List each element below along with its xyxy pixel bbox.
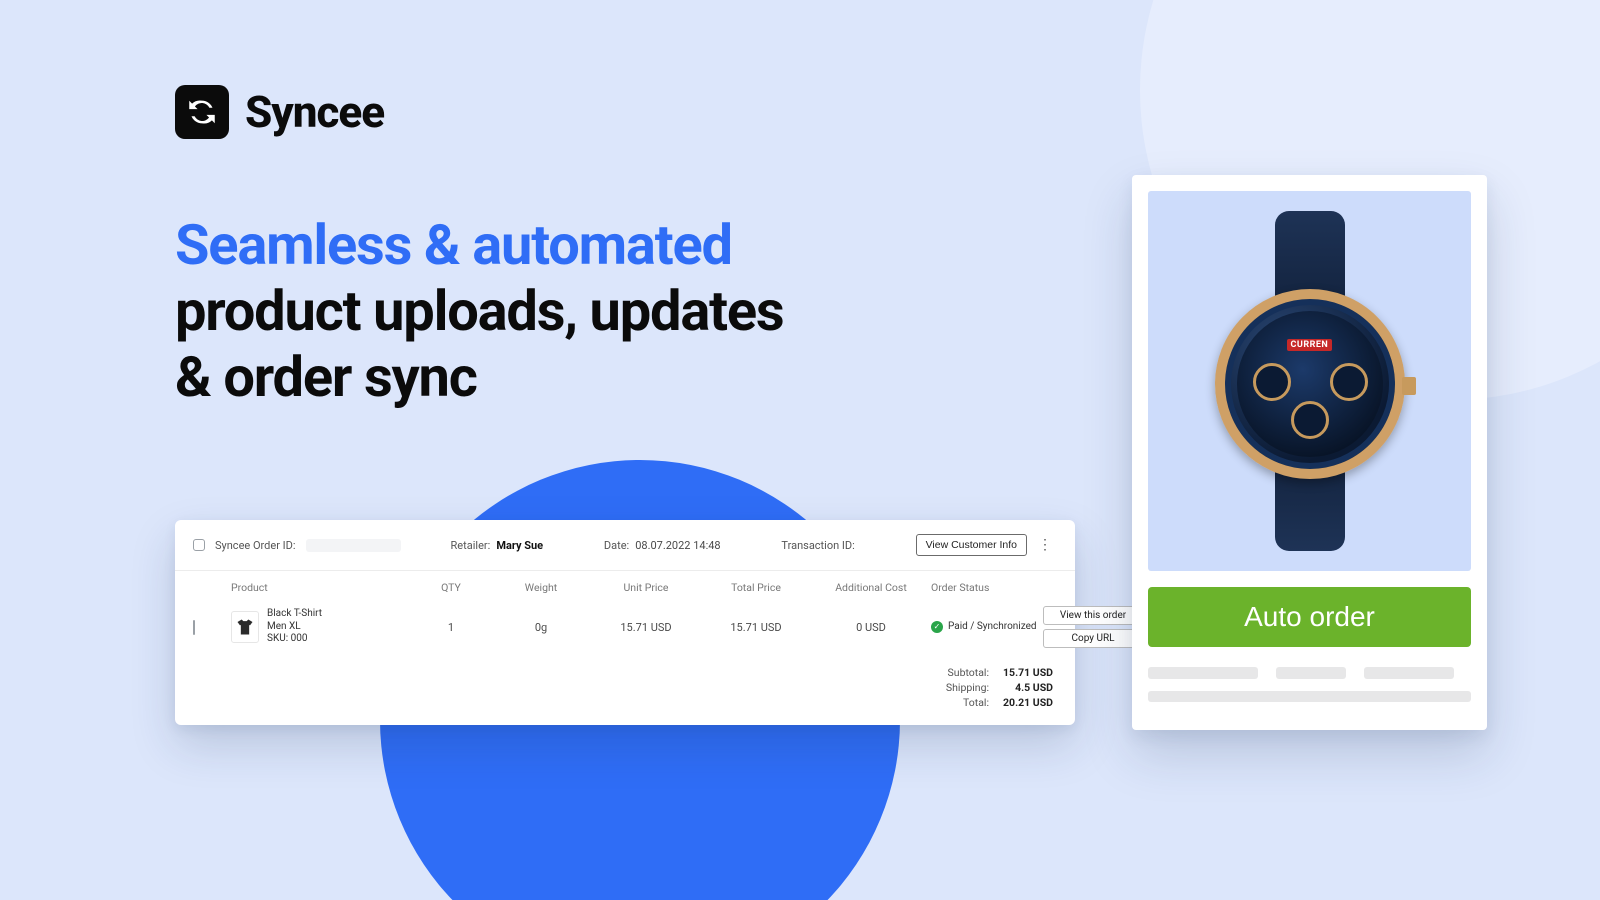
col-weight: Weight xyxy=(491,581,591,594)
order-id-label: Syncee Order ID: xyxy=(215,539,296,552)
product-image: CURREN xyxy=(1148,191,1471,571)
row-qty: 1 xyxy=(411,621,491,634)
order-totals: Subtotal: 15.71 USD Shipping: 4.5 USD To… xyxy=(175,660,1075,725)
headline: Seamless & automated product uploads, up… xyxy=(175,212,783,410)
shipping-label: Shipping: xyxy=(946,681,989,694)
row-weight: 0g xyxy=(491,621,591,634)
placeholder-line xyxy=(1276,667,1346,679)
product-sku: SKU: 000 xyxy=(267,633,322,646)
watch-brand-label: CURREN xyxy=(1287,339,1333,351)
placeholder-line xyxy=(1148,667,1258,679)
col-unit-price: Unit Price xyxy=(591,581,701,594)
brand-name: Syncee xyxy=(245,86,384,138)
tshirt-icon xyxy=(235,616,255,638)
subtotal-value: 15.71 USD xyxy=(1003,666,1053,679)
placeholder-row xyxy=(1148,667,1471,679)
view-order-button[interactable]: View this order xyxy=(1043,606,1143,625)
retailer-value: Mary Sue xyxy=(496,539,543,552)
transaction-id-label: Transaction ID: xyxy=(781,539,854,552)
shipping-value: 4.5 USD xyxy=(1003,681,1053,694)
row-unit-price: 15.71 USD xyxy=(591,621,701,634)
order-row: Black T-Shirt Men XL SKU: 000 1 0g 15.71… xyxy=(175,600,1075,660)
headline-line1: Seamless & automated xyxy=(175,212,732,278)
watch-illustration: CURREN xyxy=(1195,211,1425,551)
order-header: Syncee Order ID: Retailer: Mary Sue Date… xyxy=(175,520,1075,571)
total-label: Total: xyxy=(946,696,989,709)
copy-url-button[interactable]: Copy URL xyxy=(1043,629,1143,648)
row-total-price: 15.71 USD xyxy=(701,621,811,634)
row-status: Paid / Synchronized xyxy=(931,621,1043,633)
product-thumb xyxy=(231,611,259,643)
headline-line3: & order sync xyxy=(175,344,783,410)
col-qty: QTY xyxy=(411,581,491,594)
col-product: Product xyxy=(231,581,411,594)
headline-line2: product uploads, updates xyxy=(175,278,783,344)
brand-logo: Syncee xyxy=(175,85,384,139)
product-variant: Men XL xyxy=(267,621,322,634)
product-preview-card: CURREN Auto order xyxy=(1132,175,1487,730)
view-customer-button[interactable]: View Customer Info xyxy=(916,534,1027,556)
order-column-headers: Product QTY Weight Unit Price Total Pric… xyxy=(175,571,1075,600)
product-name: Black T-Shirt xyxy=(267,608,322,621)
retailer-label: Retailer: xyxy=(451,539,491,552)
col-additional-cost: Additional Cost xyxy=(811,581,931,594)
sync-icon xyxy=(175,85,229,139)
order-id-value xyxy=(306,539,401,552)
auto-order-button[interactable]: Auto order xyxy=(1148,587,1471,647)
col-total-price: Total Price xyxy=(701,581,811,594)
more-menu-icon[interactable]: ⋮ xyxy=(1037,538,1053,552)
order-card: Syncee Order ID: Retailer: Mary Sue Date… xyxy=(175,520,1075,725)
total-value: 20.21 USD xyxy=(1003,696,1053,709)
select-all-checkbox[interactable] xyxy=(193,539,205,551)
col-order-status: Order Status xyxy=(931,581,1043,594)
row-checkbox[interactable] xyxy=(193,620,195,635)
check-icon xyxy=(931,621,943,633)
date-value: 08.07.2022 14:48 xyxy=(635,539,720,552)
marketing-hero: Syncee Seamless & automated product uplo… xyxy=(0,0,1600,900)
placeholder-line xyxy=(1364,667,1454,679)
date-label: Date: xyxy=(604,539,629,552)
placeholder-line xyxy=(1148,691,1471,702)
row-additional-cost: 0 USD xyxy=(811,621,931,634)
subtotal-label: Subtotal: xyxy=(946,666,989,679)
